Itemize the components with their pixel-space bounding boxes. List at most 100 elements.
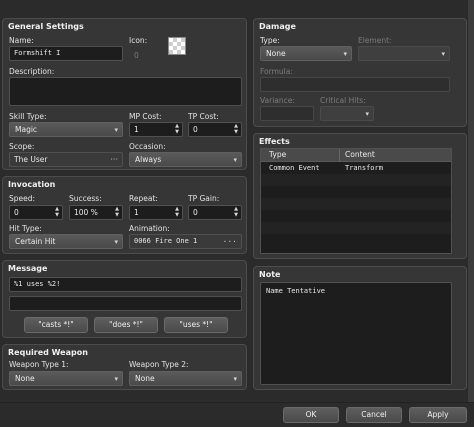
general-settings-title: General Settings: [8, 22, 84, 31]
name-label: Name:: [9, 36, 34, 45]
chevron-down-icon: ▾: [233, 156, 237, 164]
formula-input[interactable]: [260, 77, 450, 92]
name-input[interactable]: Formshift I: [9, 46, 123, 61]
hit-type-select[interactable]: Certain Hit ▾: [9, 234, 123, 249]
column-divider: [339, 149, 340, 162]
message-panel: Message %1 uses %2! "casts *!" "does *!"…: [2, 260, 247, 338]
spin-arrows-icon[interactable]: ▲ ▼: [55, 206, 59, 218]
speed-spinner[interactable]: 0 ▲ ▼: [9, 205, 63, 220]
tp-gain-label: TP Gain:: [188, 194, 220, 203]
row-stripe: [261, 222, 451, 234]
damage-title: Damage: [259, 22, 296, 31]
weapon-type2-select[interactable]: None ▾: [129, 371, 242, 386]
spin-arrows-icon[interactable]: ▲ ▼: [175, 206, 179, 218]
tp-cost-value: 0: [193, 125, 198, 134]
effects-table-header: Type Content: [261, 149, 451, 162]
mp-cost-label: MP Cost:: [129, 112, 162, 121]
damage-panel: Damage Type: None ▾ Element: ▾ Formula: …: [253, 18, 467, 127]
note-input[interactable]: Name Tentative: [260, 282, 452, 385]
occasion-label: Occasion:: [129, 142, 166, 151]
description-label: Description:: [9, 67, 55, 76]
damage-type-label: Type:: [260, 36, 280, 45]
description-input[interactable]: [9, 77, 242, 106]
scope-field[interactable]: The User ···: [9, 152, 123, 167]
tp-cost-spinner[interactable]: 0 ▲ ▼: [188, 122, 242, 137]
message-line2-input[interactable]: [9, 296, 242, 311]
occasion-value: Always: [135, 155, 162, 164]
repeat-spinner[interactable]: 1 ▲ ▼: [129, 205, 183, 220]
weapon-type2-label: Weapon Type 2:: [129, 360, 189, 369]
col-type-header[interactable]: Type: [269, 150, 286, 159]
invocation-title: Invocation: [8, 180, 56, 189]
success-value: 100 %: [74, 208, 98, 217]
message-title: Message: [8, 264, 48, 273]
casts-button[interactable]: "casts *!": [24, 317, 88, 333]
success-spinner[interactable]: 100 % ▲ ▼: [69, 205, 123, 220]
invocation-panel: Invocation Speed: 0 ▲ ▼ Success: 100 % ▲ ▼…: [2, 176, 247, 254]
chevron-down-icon: ▾: [114, 238, 118, 246]
animation-label: Animation:: [129, 224, 170, 233]
icon-index: 0: [134, 51, 139, 60]
effects-table[interactable]: Type Content Common Event Transform: [260, 148, 452, 254]
formula-label: Formula:: [260, 67, 293, 76]
hit-type-value: Certain Hit: [15, 237, 56, 246]
message-line1-input[interactable]: %1 uses %2!: [9, 277, 242, 292]
spin-arrows-icon[interactable]: ▲ ▼: [234, 123, 238, 135]
occasion-select[interactable]: Always ▾: [129, 152, 242, 167]
weapon-type1-select[interactable]: None ▾: [9, 371, 123, 386]
note-panel: Note Name Tentative: [253, 266, 467, 390]
critical-hits-select[interactable]: ▾: [320, 106, 374, 121]
scrollbar[interactable]: [468, 0, 474, 402]
note-title: Note: [259, 270, 281, 279]
spin-arrows-icon[interactable]: ▲ ▼: [115, 206, 119, 218]
element-label: Element:: [358, 36, 392, 45]
tp-gain-value: 0: [193, 208, 198, 217]
speed-value: 0: [14, 208, 19, 217]
scope-value: The User: [14, 155, 48, 164]
row-stripe: [261, 198, 451, 210]
weapon-type1-value: None: [15, 374, 35, 383]
skill-type-select[interactable]: Magic ▾: [9, 122, 123, 137]
variance-label: Variance:: [260, 96, 295, 105]
chevron-down-icon: ▾: [365, 110, 369, 118]
repeat-label: Repeat:: [129, 194, 158, 203]
scope-label: Scope:: [9, 142, 35, 151]
mp-cost-spinner[interactable]: 1 ▲ ▼: [129, 122, 183, 137]
damage-type-select[interactable]: None ▾: [260, 46, 352, 61]
more-icon[interactable]: ···: [110, 153, 118, 166]
element-select[interactable]: ▾: [358, 46, 450, 61]
ok-button[interactable]: OK: [283, 407, 339, 423]
does-button[interactable]: "does *!": [94, 317, 158, 333]
chevron-down-icon: ▾: [233, 375, 237, 383]
table-row[interactable]: Common Event Transform: [261, 162, 451, 174]
tp-cost-label: TP Cost:: [188, 112, 219, 121]
tp-gain-spinner[interactable]: 0 ▲ ▼: [188, 205, 242, 220]
col-content-header[interactable]: Content: [345, 150, 375, 159]
row-content: Transform: [345, 164, 383, 172]
hit-type-label: Hit Type:: [9, 224, 42, 233]
skill-type-label: Skill Type:: [9, 112, 47, 121]
critical-hits-label: Critical Hits:: [320, 96, 366, 105]
animation-value: 0066 Fire One 1: [134, 237, 198, 245]
more-icon[interactable]: ···: [223, 235, 237, 248]
chevron-down-icon: ▾: [441, 50, 445, 58]
skill-type-value: Magic: [15, 125, 38, 134]
success-label: Success:: [69, 194, 102, 203]
footer-bar: OK Cancel Apply: [0, 402, 474, 427]
icon-picker[interactable]: [168, 37, 186, 55]
cancel-button[interactable]: Cancel: [346, 407, 402, 423]
uses-button[interactable]: "uses *!": [164, 317, 228, 333]
required-weapon-panel: Required Weapon Weapon Type 1: None ▾ We…: [2, 344, 247, 390]
row-type: Common Event: [269, 164, 320, 172]
animation-field[interactable]: 0066 Fire One 1 ···: [129, 234, 242, 249]
chevron-down-icon: ▾: [114, 375, 118, 383]
weapon-type2-value: None: [135, 374, 155, 383]
spin-arrows-icon[interactable]: ▲ ▼: [234, 206, 238, 218]
weapon-type1-label: Weapon Type 1:: [9, 360, 69, 369]
damage-type-value: None: [266, 49, 286, 58]
apply-button[interactable]: Apply: [409, 407, 467, 423]
required-weapon-title: Required Weapon: [8, 348, 88, 357]
variance-spinner[interactable]: [260, 106, 314, 121]
spin-arrows-icon[interactable]: ▲ ▼: [175, 123, 179, 135]
row-stripe: [261, 174, 451, 186]
